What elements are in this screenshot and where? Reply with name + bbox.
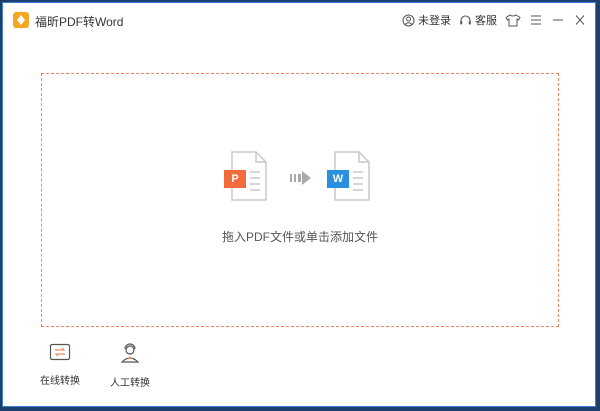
app-window: 福昕PDF转Word 未登录 客服 P W 拖入PDF文件或单击添加文件 在线转… <box>2 2 596 407</box>
user-icon <box>402 14 415 26</box>
headset-icon <box>460 14 471 24</box>
watermark-logo-icon <box>514 383 534 403</box>
minimize-icon <box>553 19 563 21</box>
watermark: 悟空问答 <box>514 383 594 403</box>
word-badge: W <box>327 170 349 188</box>
tshirt-icon <box>505 13 521 26</box>
pdf-document-icon: P <box>220 150 272 207</box>
convert-arrow-icon <box>290 170 314 191</box>
pdf-badge: P <box>224 170 246 188</box>
login-label: 未登录 <box>418 15 451 27</box>
skin-button[interactable] <box>505 13 521 27</box>
watermark-text: 悟空问答 <box>538 385 594 401</box>
drop-hint-text: 拖入PDF文件或单击添加文件 <box>221 230 378 244</box>
login-button[interactable]: 未登录 <box>402 12 451 28</box>
person-headset-icon <box>120 343 140 363</box>
customer-service-button[interactable]: 客服 <box>459 12 497 28</box>
title-bar-actions: 未登录 客服 <box>394 11 587 29</box>
online-convert-label: 在线转换 <box>40 376 80 387</box>
menu-icon <box>531 15 541 25</box>
manual-convert-button[interactable]: 人工转换 <box>105 343 155 389</box>
file-drop-zone[interactable]: P W 拖入PDF文件或单击添加文件 <box>41 73 559 327</box>
online-convert-button[interactable]: 在线转换 <box>35 343 85 387</box>
menu-button[interactable] <box>529 14 543 26</box>
minimize-button[interactable] <box>551 14 565 26</box>
app-logo-icon <box>13 12 29 28</box>
app-title: 福昕PDF转Word <box>35 15 124 29</box>
word-document-icon: W <box>323 150 375 207</box>
close-icon <box>575 15 585 25</box>
online-convert-icon <box>49 343 71 361</box>
title-bar: 福昕PDF转Word 未登录 客服 <box>3 3 595 37</box>
manual-convert-label: 人工转换 <box>110 378 150 389</box>
customer-service-label: 客服 <box>475 15 497 27</box>
close-button[interactable] <box>573 14 587 26</box>
